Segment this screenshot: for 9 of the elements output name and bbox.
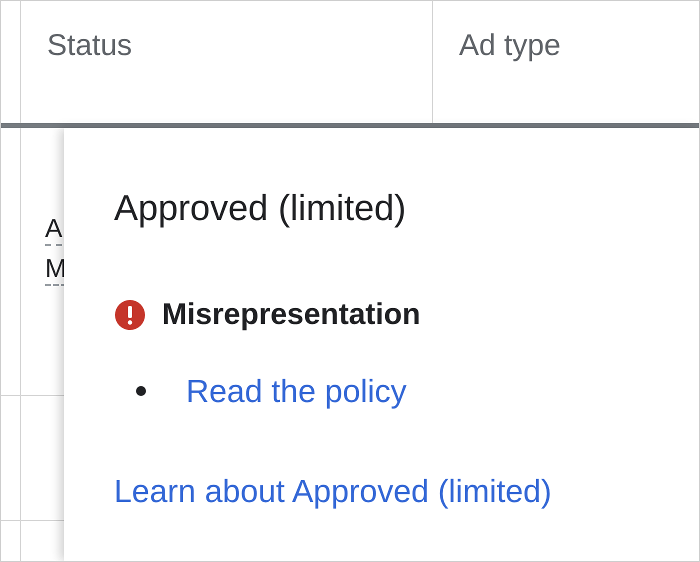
- policy-link[interactable]: Read the policy: [186, 367, 407, 415]
- popover-title: Approved (limited): [114, 186, 408, 230]
- issue-title: Misrepresentation: [162, 297, 420, 333]
- bullet-icon: [136, 386, 146, 396]
- column-header[interactable]: Ad type: [459, 29, 561, 62]
- status-text: A: [45, 212, 62, 246]
- error-icon: [114, 298, 146, 330]
- learn-more-link[interactable]: Learn about Approved (limited): [114, 467, 699, 515]
- column-header[interactable]: Status: [47, 29, 132, 62]
